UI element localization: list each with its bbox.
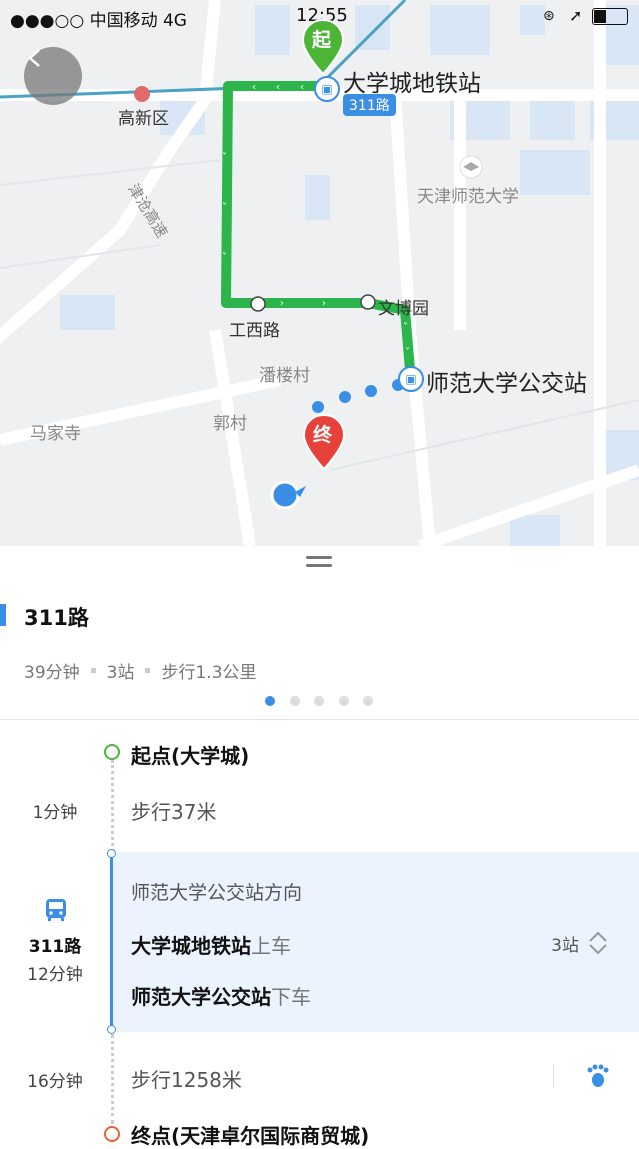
walk1-time: 1分钟 — [32, 803, 78, 823]
alight-action: 下车 — [271, 985, 311, 1009]
map-label-gaoxin: 高新区 — [118, 109, 169, 129]
start-node — [104, 744, 120, 760]
svg-text:‹: ‹ — [276, 82, 280, 93]
lock-rotation-icon: ⊛ — [543, 8, 555, 24]
svg-text:˅: ˅ — [222, 151, 227, 163]
walk1-text: 步行37米 — [131, 800, 217, 824]
bus-direction: 师范大学公交站方向 — [131, 882, 303, 904]
summary-separator — [145, 668, 151, 673]
walk2-text: 步行1258米 — [131, 1068, 242, 1092]
start-bus-stop-icon: ▣ — [314, 76, 340, 102]
start-pin[interactable]: 起 — [301, 18, 345, 76]
svg-text:‹: ‹ — [300, 82, 304, 93]
route-map[interactable]: ‹ ‹ ‹ ˅ ˅ ˅ › › ˅ ˅ ●●●○○ 中国移动 4G 12:55 ⊛ ➚ — [0, 0, 639, 546]
map-label-tianjin-normal: 天津师范大学 — [417, 187, 519, 207]
svg-text:›: › — [280, 298, 284, 309]
svg-text:˅: ˅ — [403, 321, 408, 333]
route-summary: 39分钟 3站 步行1.3公里 — [24, 658, 257, 683]
alight-node — [107, 1025, 116, 1034]
summary-walk: 步行1.3公里 — [161, 663, 257, 683]
summary-duration: 39分钟 — [24, 663, 80, 683]
timeline-bus-line — [110, 854, 113, 1030]
map-label-guocun: 郭村 — [213, 414, 247, 434]
timeline-walk-line — [111, 1034, 114, 1124]
stop-count: 3站 — [551, 935, 579, 956]
board-row: 大学城地铁站上车 — [131, 930, 291, 959]
page-dot[interactable] — [265, 696, 275, 706]
svg-text:‹: ‹ — [252, 82, 256, 93]
carrier-label: ●●●○○ 中国移动 4G — [10, 11, 187, 31]
chevron-left-icon — [28, 49, 40, 67]
summary-separator — [90, 668, 96, 673]
map-label-panlou: 潘楼村 — [259, 366, 310, 386]
map-label-start-station[interactable]: 大学城地铁站 — [343, 64, 481, 98]
end-pin-label: 终 — [313, 424, 333, 446]
bus-route-label: 311路 — [28, 937, 82, 957]
map-label-end-station[interactable]: 师范大学公交站 — [426, 364, 587, 398]
back-button[interactable] — [24, 47, 82, 105]
map-label-gongxi: 工西路 — [229, 321, 280, 341]
walk2-time: 16分钟 — [27, 1072, 83, 1092]
alight-station: 师范大学公交站 — [131, 985, 271, 1009]
route-title: 311路 — [24, 606, 89, 630]
bus-time: 12分钟 — [27, 965, 83, 985]
battery-icon — [592, 8, 628, 25]
board-action: 上车 — [251, 934, 291, 958]
svg-text:˅: ˅ — [222, 251, 227, 263]
summary-stops: 3站 — [106, 663, 135, 683]
board-node — [107, 849, 116, 858]
svg-text:›: › — [322, 298, 326, 309]
page-dot[interactable] — [363, 696, 373, 706]
svg-text:˅: ˅ — [222, 201, 227, 213]
svg-text:˅: ˅ — [405, 346, 410, 358]
stop-count-toggle[interactable]: 3站 — [551, 930, 609, 956]
start-label: 起点(大学城) — [131, 744, 250, 768]
vertical-separator — [553, 1064, 554, 1088]
end-node — [104, 1126, 120, 1142]
end-label: 终点(天津卓尔国际商贸城) — [131, 1124, 370, 1148]
page-dot[interactable] — [314, 696, 324, 706]
map-label-majiasi: 马家寺 — [30, 424, 81, 444]
end-pin[interactable]: 终 — [302, 413, 346, 471]
route-accent-bar — [0, 604, 6, 626]
divider — [0, 719, 639, 720]
page-dot[interactable] — [338, 696, 349, 706]
route-detail-sheet: 311路 39分钟 3站 步行1.3公里 起点(大学城) 1分钟 步行37米 3… — [0, 546, 639, 1148]
board-station: 大学城地铁站 — [131, 934, 251, 958]
map-route-tag: 311路 — [343, 94, 396, 116]
bus-icon — [44, 898, 68, 922]
start-pin-label: 起 — [312, 29, 332, 51]
alight-row: 师范大学公交站下车 — [131, 981, 311, 1010]
location-arrow-icon: ➚ — [569, 6, 583, 25]
drag-handle[interactable] — [306, 556, 332, 570]
end-bus-stop-icon: ▣ — [398, 366, 424, 392]
page-indicator[interactable] — [265, 696, 388, 706]
footprint-icon[interactable] — [584, 1062, 612, 1094]
timeline-walk-line — [111, 760, 114, 852]
expand-chevrons-icon — [589, 931, 607, 955]
map-label-wenbo: 文博园 — [378, 299, 429, 319]
page-dot[interactable] — [289, 696, 300, 706]
